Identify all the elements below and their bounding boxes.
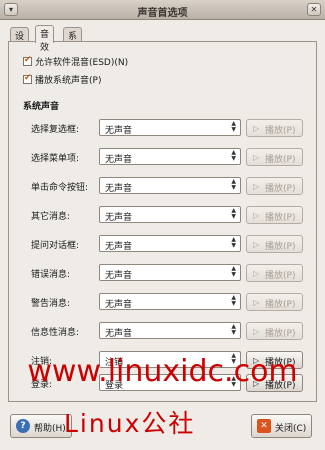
play-icon: ▷ bbox=[253, 211, 260, 220]
watermark-text: Linux公社 bbox=[64, 409, 196, 438]
sound-row: 错误消息: 无声音 ▲ ▼ ▷ 播放(P) bbox=[9, 264, 318, 282]
checkbox-checked-icon bbox=[23, 55, 32, 66]
close-button-label: 关闭(C) bbox=[275, 424, 307, 434]
play-button[interactable]: ▷ 播放(P) bbox=[246, 264, 303, 282]
play-label: 播放(P) bbox=[265, 329, 296, 339]
play-label: 播放(P) bbox=[265, 300, 296, 310]
play-button[interactable]: ▷ 播放(P) bbox=[246, 235, 303, 253]
sound-row: 提问对话框: 无声音 ▲ ▼ ▷ 播放(P) bbox=[9, 235, 318, 253]
sound-event-label: 其它消息: bbox=[31, 212, 71, 222]
play-label: 播放(P) bbox=[265, 242, 296, 252]
sound-row: 选择复选框: 无声音 ▲ ▼ ▷ 播放(P) bbox=[9, 119, 318, 137]
play-label: 播放(P) bbox=[265, 126, 296, 136]
sound-select[interactable]: 无声音 ▲ ▼ bbox=[99, 148, 241, 165]
play-button[interactable]: ▷ 播放(P) bbox=[246, 206, 303, 224]
sound-row: 单击命令按钮: 无声音 ▲ ▼ ▷ 播放(P) bbox=[9, 177, 318, 195]
close-icon: ✕ bbox=[257, 419, 271, 433]
sound-select-value: 无声音 bbox=[105, 242, 133, 252]
tab-system-bell[interactable]: 系统响铃 bbox=[63, 27, 83, 81]
sound-select-value: 无声音 bbox=[105, 155, 133, 165]
sound-select-value: 无声音 bbox=[105, 184, 133, 194]
sound-event-label: 选择复选框: bbox=[31, 125, 80, 135]
play-label: 播放(P) bbox=[265, 184, 296, 194]
play-icon: ▷ bbox=[253, 153, 260, 162]
play-button[interactable]: ▷ 播放(P) bbox=[246, 119, 303, 137]
sound-select[interactable]: 无声音 ▲ ▼ bbox=[99, 119, 241, 136]
sound-select-value: 无声音 bbox=[105, 126, 133, 136]
play-button[interactable]: ▷ 播放(P) bbox=[246, 322, 303, 340]
sound-event-label: 单击命令按钮: bbox=[31, 183, 89, 193]
spinner-arrows-icon: ▲ ▼ bbox=[231, 236, 236, 249]
tab-sound-effects[interactable]: 音效 bbox=[35, 25, 55, 53]
play-label: 播放(P) bbox=[265, 213, 296, 223]
spinner-arrows-icon: ▲ ▼ bbox=[231, 178, 236, 191]
play-button[interactable]: ▷ 播放(P) bbox=[246, 148, 303, 166]
play-button[interactable]: ▷ 播放(P) bbox=[246, 177, 303, 195]
sound-event-label: 选择菜单项: bbox=[31, 154, 80, 164]
title-bar: ▾ 声音首选项 ✕ bbox=[0, 0, 325, 20]
play-icon: ▷ bbox=[253, 298, 260, 307]
play-icon: ▷ bbox=[253, 327, 260, 336]
play-system-sounds-label: 播放系统声音(P) bbox=[35, 76, 102, 86]
sound-select-value: 无声音 bbox=[105, 329, 133, 339]
help-icon: ? bbox=[16, 419, 30, 433]
sound-event-label: 错误消息: bbox=[31, 270, 71, 280]
sound-event-label: 信息性消息: bbox=[31, 328, 80, 338]
sound-row: 其它消息: 无声音 ▲ ▼ ▷ 播放(P) bbox=[9, 206, 318, 224]
sound-select-value: 无声音 bbox=[105, 213, 133, 223]
sound-select[interactable]: 无声音 ▲ ▼ bbox=[99, 206, 241, 223]
tab-devices[interactable]: 设备 bbox=[10, 27, 30, 55]
sound-select[interactable]: 无声音 ▲ ▼ bbox=[99, 235, 241, 252]
play-button[interactable]: ▷ 播放(P) bbox=[246, 293, 303, 311]
sound-select[interactable]: 无声音 ▲ ▼ bbox=[99, 322, 241, 339]
spinner-arrows-icon: ▲ ▼ bbox=[231, 149, 236, 162]
spinner-arrows-icon: ▲ ▼ bbox=[231, 207, 236, 220]
window-title: 声音首选项 bbox=[137, 8, 188, 19]
sound-event-label: 提问对话框: bbox=[31, 241, 80, 251]
enable-software-mixing-label: 允许软件混音(ESD)(N) bbox=[35, 58, 129, 68]
play-icon: ▷ bbox=[253, 124, 260, 133]
spinner-arrows-icon: ▲ ▼ bbox=[231, 120, 236, 133]
watermark-url: www.linuxidc.com bbox=[27, 354, 298, 389]
help-button[interactable]: ? 帮助(H) bbox=[10, 414, 72, 438]
play-system-sounds-checkbox[interactable]: 播放系统声音(P) bbox=[23, 73, 101, 86]
play-icon: ▷ bbox=[253, 269, 260, 278]
help-button-label: 帮助(H) bbox=[34, 424, 66, 434]
play-icon: ▷ bbox=[253, 240, 260, 249]
sound-row: 信息性消息: 无声音 ▲ ▼ ▷ 播放(P) bbox=[9, 322, 318, 340]
sound-event-label: 警告消息: bbox=[31, 299, 71, 309]
sound-row: 警告消息: 无声音 ▲ ▼ ▷ 播放(P) bbox=[9, 293, 318, 311]
play-label: 播放(P) bbox=[265, 271, 296, 281]
play-label: 播放(P) bbox=[265, 155, 296, 165]
close-window-icon[interactable]: ✕ bbox=[307, 3, 321, 16]
sound-select-value: 无声音 bbox=[105, 300, 133, 310]
sound-select-value: 无声音 bbox=[105, 271, 133, 281]
close-button[interactable]: ✕ 关闭(C) bbox=[251, 414, 312, 438]
sound-select[interactable]: 无声音 ▲ ▼ bbox=[99, 264, 241, 281]
spinner-arrows-icon: ▲ ▼ bbox=[231, 265, 236, 278]
sound-select[interactable]: 无声音 ▲ ▼ bbox=[99, 293, 241, 310]
system-sounds-heading: 系统声音 bbox=[23, 102, 60, 112]
enable-software-mixing-checkbox[interactable]: 允许软件混音(ESD)(N) bbox=[23, 55, 128, 68]
sound-select[interactable]: 无声音 ▲ ▼ bbox=[99, 177, 241, 194]
sound-row: 选择菜单项: 无声音 ▲ ▼ ▷ 播放(P) bbox=[9, 148, 318, 166]
play-icon: ▷ bbox=[253, 182, 260, 191]
sound-effects-panel: 允许软件混音(ESD)(N) 播放系统声音(P) 系统声音 选择复选框: 无声音… bbox=[8, 41, 317, 402]
checkbox-checked-icon bbox=[23, 73, 32, 84]
spinner-arrows-icon: ▲ ▼ bbox=[231, 294, 236, 307]
spinner-arrows-icon: ▲ ▼ bbox=[231, 323, 236, 336]
